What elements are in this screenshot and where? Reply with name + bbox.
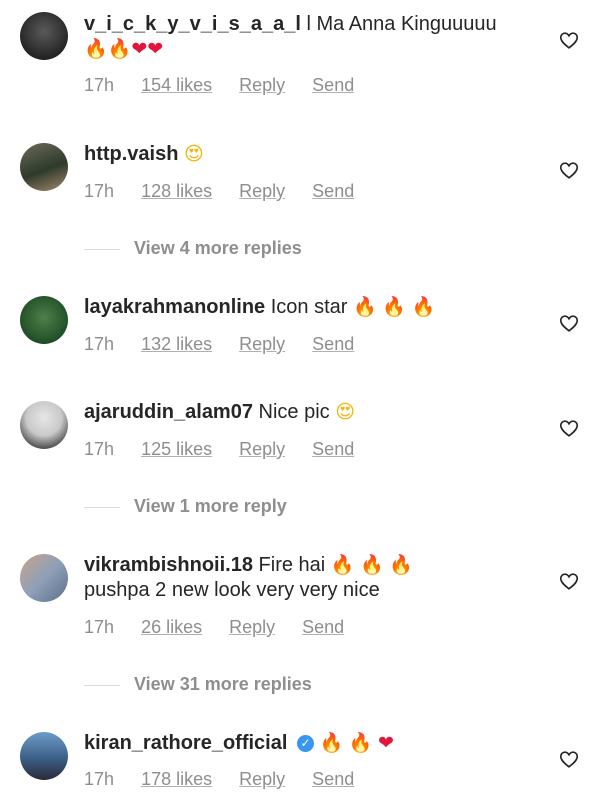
comment-meta: 17h 154 likes Reply Send	[84, 74, 376, 96]
avatar[interactable]	[20, 401, 68, 449]
fire-emoji-icon: 🔥	[360, 554, 384, 576]
heart-eyes-emoji-icon: 😍	[335, 401, 356, 423]
username[interactable]: layakrahmanonline	[84, 296, 265, 318]
reply-button[interactable]: Reply	[239, 75, 285, 95]
fire-emoji-icon: 🔥	[411, 296, 436, 318]
heart-outline-icon[interactable]	[558, 159, 580, 181]
likes-count-link[interactable]: 26 likes	[141, 617, 202, 637]
avatar[interactable]	[20, 12, 68, 60]
heart-emoji-icon: ❤	[147, 38, 164, 60]
view-more-replies-button[interactable]: View 31 more replies	[84, 673, 312, 695]
comment-body: Nice pic	[258, 401, 330, 423]
view-more-replies-button[interactable]: View 1 more reply	[84, 495, 287, 517]
avatar[interactable]	[20, 554, 68, 602]
likes-count-link[interactable]: 125 likes	[141, 439, 212, 459]
heart-outline-icon[interactable]	[558, 748, 580, 770]
timestamp: 17h	[84, 181, 115, 201]
fire-emoji-icon: 🔥	[107, 38, 132, 60]
comment-text: layakrahmanonline Icon star 🔥 🔥 🔥	[84, 295, 524, 320]
fire-emoji-icon: 🔥	[319, 732, 344, 754]
divider-line	[84, 506, 120, 508]
send-button[interactable]: Send	[302, 617, 344, 637]
heart-outline-icon[interactable]	[558, 570, 580, 592]
send-button[interactable]: Send	[312, 769, 354, 789]
likes-count-link[interactable]: 128 likes	[141, 181, 212, 201]
likes-count-link[interactable]: 178 likes	[141, 769, 212, 789]
username[interactable]: kiran_rathore_official	[84, 732, 287, 754]
likes-count-link[interactable]: 132 likes	[141, 334, 212, 354]
heart-outline-icon[interactable]	[558, 312, 580, 334]
username[interactable]: vikrambishnoii.18	[84, 554, 253, 576]
comment-text: http.vaish 😍	[84, 142, 524, 167]
reply-button[interactable]: Reply	[229, 617, 275, 637]
view-more-replies-button[interactable]: View 4 more replies	[84, 237, 302, 259]
username[interactable]: ajaruddin_alam07	[84, 401, 253, 423]
reply-button[interactable]: Reply	[239, 334, 285, 354]
avatar[interactable]	[20, 296, 68, 344]
comment-text: v_i_c_k_y_v_i_s_a_a_l l Ma Anna Kinguuuu…	[84, 12, 524, 62]
avatar[interactable]	[20, 732, 68, 780]
avatar[interactable]	[20, 143, 68, 191]
verified-badge-icon: ✓	[296, 735, 314, 753]
comment-meta: 17h 178 likes Reply Send	[84, 768, 376, 790]
heart-eyes-emoji-icon: 😍	[184, 143, 204, 165]
fire-emoji-icon: 🔥	[353, 296, 377, 318]
comment-text: vikrambishnoii.18 Fire hai 🔥 🔥 🔥 pushpa …	[84, 553, 524, 603]
timestamp: 17h	[84, 617, 115, 637]
fire-emoji-icon: 🔥	[330, 554, 355, 576]
fire-emoji-icon: 🔥	[348, 732, 373, 754]
comment-meta: 17h 26 likes Reply Send	[84, 616, 366, 638]
send-button[interactable]: Send	[312, 75, 354, 95]
send-button[interactable]: Send	[312, 181, 354, 201]
username[interactable]: v_i_c_k_y_v_i_s_a_a_l	[84, 13, 301, 35]
comment-meta: 17h 125 likes Reply Send	[84, 438, 376, 460]
timestamp: 17h	[84, 75, 115, 95]
comment-body: Icon star	[270, 296, 348, 318]
timestamp: 17h	[84, 439, 115, 459]
comment-meta: 17h 132 likes Reply Send	[84, 333, 376, 355]
timestamp: 17h	[84, 769, 115, 789]
comment-text: ajaruddin_alam07 Nice pic 😍	[84, 400, 524, 425]
divider-line	[84, 248, 120, 250]
heart-emoji-icon: ❤	[378, 732, 394, 754]
fire-emoji-icon: 🔥	[84, 38, 108, 60]
reply-button[interactable]: Reply	[239, 769, 285, 789]
likes-count-link[interactable]: 154 likes	[141, 75, 212, 95]
reply-button[interactable]: Reply	[239, 181, 285, 201]
comment-meta: 17h 128 likes Reply Send	[84, 180, 376, 202]
username[interactable]: http.vaish	[84, 143, 178, 165]
divider-line	[84, 684, 120, 686]
fire-emoji-icon: 🔥	[382, 296, 406, 318]
comment-body: Ma Anna Kinguuuuu	[316, 13, 497, 35]
timestamp: 17h	[84, 334, 115, 354]
reply-button[interactable]: Reply	[239, 439, 285, 459]
comment-body: Fire hai	[258, 554, 326, 576]
heart-outline-icon[interactable]	[558, 29, 580, 51]
heart-outline-icon[interactable]	[558, 417, 580, 439]
send-button[interactable]: Send	[312, 439, 354, 459]
fire-emoji-icon: 🔥	[389, 554, 413, 576]
comment-body: l	[306, 13, 311, 35]
comment-text: kiran_rathore_official ✓ 🔥 🔥 ❤	[84, 731, 524, 756]
send-button[interactable]: Send	[312, 334, 354, 354]
heart-emoji-icon: ❤	[131, 38, 148, 60]
comment-body-line2: pushpa 2 new look very very nice	[84, 579, 380, 601]
